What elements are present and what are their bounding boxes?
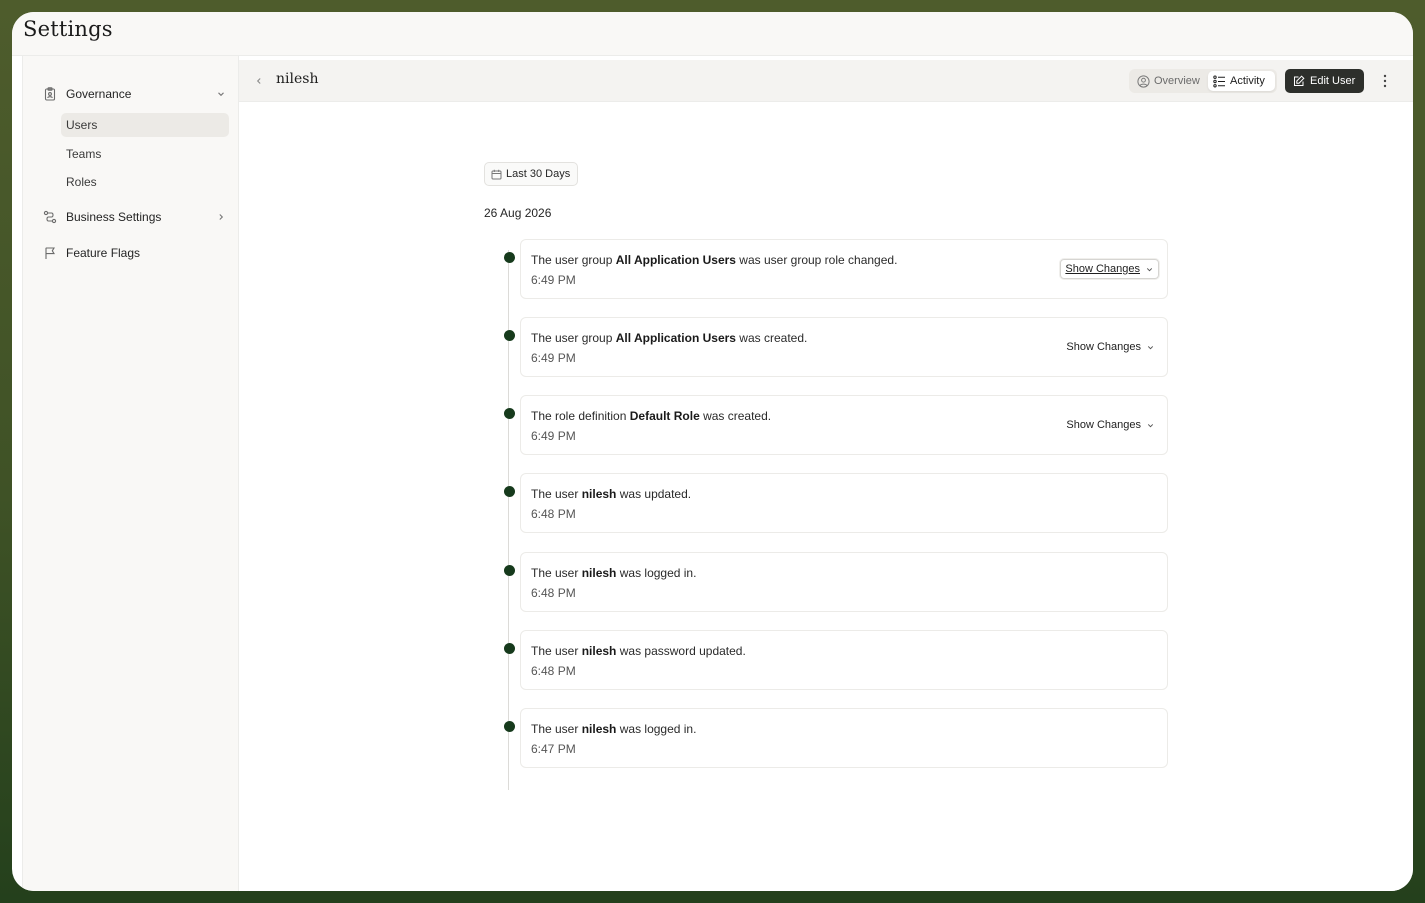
sidebar-subitem-label: Teams <box>66 147 102 161</box>
activity-entity: nilesh <box>581 722 617 736</box>
chevron-down-icon <box>1147 345 1154 349</box>
activity-time: 6:48 PM <box>531 507 576 521</box>
activity-entity: Default Role <box>629 409 700 423</box>
sidebar-subitem-label: Users <box>66 118 98 132</box>
activity-text: The user nilesh was logged in. <box>531 566 697 580</box>
tab-label: Overview <box>1154 75 1200 87</box>
flag-icon <box>45 247 55 259</box>
chevron-down-icon <box>1147 423 1154 427</box>
tab-label: Activity <box>1230 75 1265 87</box>
calendar-icon <box>491 169 502 179</box>
activity-entity: nilesh <box>581 566 617 580</box>
activity-entity: nilesh <box>581 487 617 501</box>
route-icon <box>43 210 57 224</box>
edit-user-button[interactable]: Edit User <box>1285 69 1364 93</box>
timeline-dot <box>504 408 515 419</box>
user-circle-icon <box>1137 74 1150 88</box>
activity-card: The user nilesh was password updated. 6:… <box>520 630 1168 690</box>
sidebar: Governance Users Teams Roles Business Se… <box>22 56 239 891</box>
activity-card: The user group All Application Users was… <box>520 317 1168 377</box>
main-panel: nilesh Overview Activity Edit User Last … <box>239 56 1413 891</box>
activity-time: 6:49 PM <box>531 429 576 443</box>
activity-entity: All Application Users <box>615 331 736 345</box>
timeline-dot <box>504 252 515 263</box>
sidebar-item-business-settings[interactable]: Business Settings <box>23 203 238 231</box>
activity-text: The user nilesh was logged in. <box>531 722 697 736</box>
edit-user-label: Edit User <box>1310 75 1356 87</box>
show-changes-label: Show Changes <box>1065 263 1140 275</box>
activity-card: The user nilesh was logged in. 6:48 PM <box>520 552 1168 612</box>
list-icon <box>1213 75 1225 88</box>
show-changes-button[interactable]: Show Changes <box>1062 415 1159 435</box>
sidebar-item-feature-flags[interactable]: Feature Flags <box>23 239 238 267</box>
activity-time: 6:48 PM <box>531 586 576 600</box>
chevron-left-icon <box>256 78 261 84</box>
chevron-down-icon <box>218 92 224 97</box>
tab-overview[interactable]: Overview <box>1134 71 1206 91</box>
sidebar-item-users[interactable]: Users <box>61 113 229 137</box>
sidebar-subitem-label: Roles <box>66 175 97 189</box>
timeline-dot <box>504 721 515 732</box>
chevron-down-icon <box>1146 267 1153 271</box>
sidebar-item-label: Governance <box>66 87 132 101</box>
date-group-heading: 26 Aug 2026 <box>484 206 552 220</box>
sidebar-item-label: Business Settings <box>66 210 162 224</box>
sidebar-item-roles[interactable]: Roles <box>61 170 229 194</box>
user-header: nilesh Overview Activity Edit User <box>239 60 1413 102</box>
edit-icon <box>1294 75 1305 86</box>
date-range-button[interactable]: Last 30 Days <box>484 162 578 186</box>
sidebar-item-governance[interactable]: Governance <box>23 80 238 108</box>
timeline-dot <box>504 330 515 341</box>
activity-time: 6:48 PM <box>531 664 576 678</box>
timeline-dot <box>504 643 515 654</box>
activity-time: 6:49 PM <box>531 351 576 365</box>
activity-time: 6:47 PM <box>531 742 576 756</box>
show-changes-label: Show Changes <box>1066 341 1141 353</box>
tab-activity[interactable]: Activity <box>1208 71 1275 91</box>
chevron-right-icon <box>219 214 224 220</box>
activity-card: The role definition Default Role was cre… <box>520 395 1168 455</box>
show-changes-label: Show Changes <box>1066 419 1141 431</box>
activity-card: The user nilesh was logged in. 6:47 PM <box>520 708 1168 768</box>
activity-time: 6:49 PM <box>531 273 576 287</box>
clipboard-icon <box>44 87 56 101</box>
app-title: Settings <box>23 17 113 41</box>
activity-card: The user group All Application Users was… <box>520 239 1168 299</box>
sidebar-item-teams[interactable]: Teams <box>61 142 229 166</box>
view-toggle: Overview Activity <box>1129 69 1277 93</box>
more-options-button[interactable] <box>1377 72 1393 90</box>
page-title: nilesh <box>276 71 319 87</box>
date-range-label: Last 30 Days <box>506 168 571 180</box>
timeline-dot <box>504 486 515 497</box>
back-button[interactable] <box>251 73 267 89</box>
activity-entity: All Application Users <box>615 253 736 267</box>
show-changes-button[interactable]: Show Changes <box>1060 259 1159 279</box>
timeline-dot <box>504 565 515 576</box>
show-changes-button[interactable]: Show Changes <box>1062 337 1159 357</box>
activity-text: The role definition Default Role was cre… <box>531 409 772 423</box>
more-vertical-icon <box>1383 74 1387 88</box>
activity-text: The user group All Application Users was… <box>531 331 808 345</box>
activity-entity: nilesh <box>581 644 617 658</box>
activity-text: The user nilesh was updated. <box>531 487 692 501</box>
activity-text: The user group All Application Users was… <box>531 253 898 267</box>
app-window: Settings Governance Users Teams Roles Bu… <box>12 12 1413 891</box>
activity-card: The user nilesh was updated. 6:48 PM <box>520 473 1168 533</box>
activity-text: The user nilesh was password updated. <box>531 644 746 658</box>
sidebar-item-label: Feature Flags <box>66 246 141 260</box>
top-bar: Settings <box>12 12 1413 56</box>
